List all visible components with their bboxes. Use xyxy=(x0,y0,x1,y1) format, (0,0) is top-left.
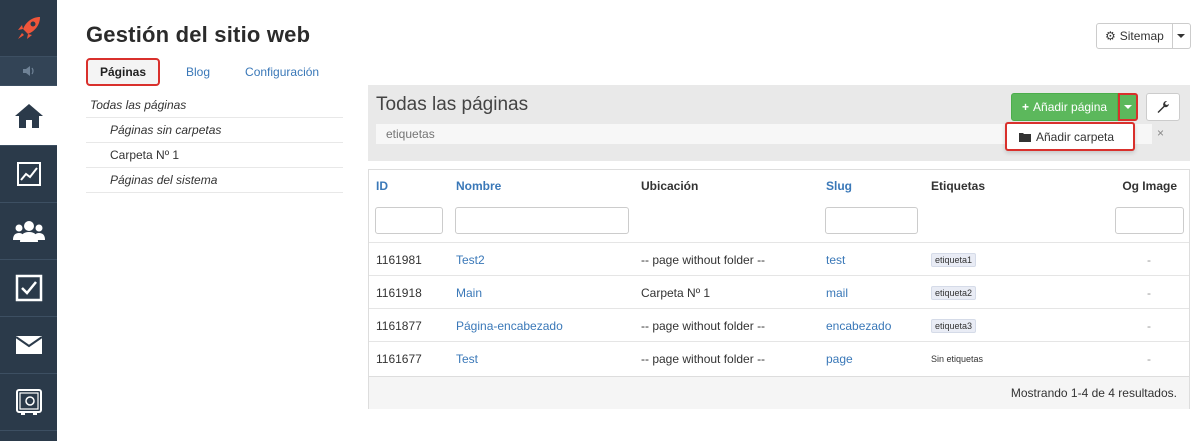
cell-etiquetas: etiqueta3 xyxy=(931,309,977,342)
cell-id: 1161877 xyxy=(376,318,422,333)
home-icon[interactable] xyxy=(0,86,57,146)
tab-paginas[interactable]: Páginas xyxy=(86,58,160,86)
gear-icon: ⚙ xyxy=(1105,29,1116,43)
results-summary: Mostrando 1-4 de 4 resultados. xyxy=(1010,386,1177,400)
table-row: 1161918 Main Carpeta Nº 1 mail etiqueta2… xyxy=(369,275,1189,308)
cell-slug-link[interactable]: mail xyxy=(826,276,848,309)
no-tags-label: Sin etiquetas xyxy=(931,353,984,364)
cell-id: 1161981 xyxy=(376,252,422,267)
users-icon[interactable] xyxy=(0,203,57,260)
column-header-og-image: Og Image xyxy=(1122,179,1177,193)
column-header-nombre[interactable]: Nombre xyxy=(456,179,501,193)
folder-item-all[interactable]: Todas las páginas xyxy=(86,93,343,118)
cell-etiquetas: etiqueta1 xyxy=(931,243,977,276)
clear-search-icon[interactable]: × xyxy=(1157,126,1164,140)
cell-etiquetas: etiqueta2 xyxy=(931,276,977,309)
tab-configuracion[interactable]: Configuración xyxy=(245,58,319,86)
add-page-dropdown-toggle[interactable] xyxy=(1118,93,1139,121)
cell-slug-link[interactable]: page xyxy=(826,342,853,375)
panel-title: Todas las páginas xyxy=(376,94,529,115)
cell-og-image: - xyxy=(1147,285,1151,300)
nombre-filter-input[interactable] xyxy=(455,207,629,234)
cell-og-image: - xyxy=(1147,252,1151,267)
slug-filter-input[interactable] xyxy=(825,207,918,234)
add-folder-label: Añadir carpeta xyxy=(1036,129,1115,144)
settings-wrench-button[interactable] xyxy=(1146,93,1180,121)
chart-icon[interactable] xyxy=(0,146,57,203)
cell-id: 1161918 xyxy=(376,285,422,300)
cell-slug-link[interactable]: encabezado xyxy=(826,309,891,342)
safe-icon[interactable] xyxy=(0,374,57,431)
cell-nombre-link[interactable]: Main xyxy=(456,276,482,309)
column-header-etiquetas: Etiquetas xyxy=(931,179,986,193)
left-nav xyxy=(0,0,57,441)
column-header-id[interactable]: ID xyxy=(376,179,388,193)
table-row: 1161677 Test -- page without folder -- p… xyxy=(369,341,1189,374)
table-row: 1161981 Test2 -- page without folder -- … xyxy=(369,242,1189,275)
tag-badge: etiqueta3 xyxy=(931,318,977,333)
tab-blog[interactable]: Blog xyxy=(186,58,210,86)
id-filter-input[interactable] xyxy=(375,207,443,234)
pages-table: ID Nombre Ubicación Slug Etiquetas Og Im… xyxy=(368,169,1190,409)
tabs: Páginas Blog Configuración xyxy=(86,58,319,86)
og-image-filter-input[interactable] xyxy=(1115,207,1184,234)
cell-ubicacion: -- page without folder -- xyxy=(641,318,766,333)
cell-nombre-link[interactable]: Página-encabezado xyxy=(456,309,563,342)
cell-ubicacion: -- page without folder -- xyxy=(641,252,766,267)
sitemap-label: Sitemap xyxy=(1119,29,1164,43)
cell-nombre-link[interactable]: Test2 xyxy=(456,243,485,276)
add-page-label: Añadir página xyxy=(1033,100,1108,114)
folder-list: Todas las páginas Páginas sin carpetas C… xyxy=(86,93,343,193)
tag-badge: etiqueta1 xyxy=(931,252,977,267)
sitemap-button[interactable]: ⚙ Sitemap xyxy=(1096,23,1173,49)
cell-ubicacion: -- page without folder -- xyxy=(641,351,766,366)
sitemap-dropdown-toggle[interactable] xyxy=(1172,23,1191,49)
folder-item-system[interactable]: Páginas del sistema xyxy=(86,168,343,193)
plus-icon: + xyxy=(1022,100,1030,114)
wrench-icon xyxy=(1157,101,1169,113)
rocket-icon[interactable] xyxy=(0,0,57,57)
table-row: 1161877 Página-encabezado -- page withou… xyxy=(369,308,1189,341)
cell-slug-link[interactable]: test xyxy=(826,243,845,276)
speaker-icon[interactable] xyxy=(0,57,57,86)
tag-badge: etiqueta2 xyxy=(931,285,977,300)
add-page-button-group: + Añadir página xyxy=(1011,93,1139,121)
table-footer: Mostrando 1-4 de 4 resultados. xyxy=(369,376,1189,409)
cell-etiquetas: Sin etiquetas xyxy=(931,342,983,375)
cell-og-image: - xyxy=(1147,351,1151,366)
chevron-down-icon xyxy=(1177,34,1186,38)
add-folder-menu-item[interactable]: Añadir carpeta xyxy=(1005,122,1135,151)
mail-icon[interactable] xyxy=(0,317,57,374)
column-header-slug[interactable]: Slug xyxy=(826,179,852,193)
cell-id: 1161677 xyxy=(376,351,422,366)
column-header-ubicacion: Ubicación xyxy=(641,179,699,193)
chevron-down-icon xyxy=(1124,105,1133,109)
cell-ubicacion: Carpeta Nº 1 xyxy=(641,285,711,300)
checkbox-icon[interactable] xyxy=(0,260,57,317)
folder-icon xyxy=(1019,132,1031,142)
page-title: Gestión del sitio web xyxy=(86,22,311,47)
cell-og-image: - xyxy=(1147,318,1151,333)
sitemap-button-group: ⚙ Sitemap xyxy=(1096,23,1191,49)
folder-item-no-folder[interactable]: Páginas sin carpetas xyxy=(86,118,343,143)
cell-nombre-link[interactable]: Test xyxy=(456,342,478,375)
folder-item-carpeta-1[interactable]: Carpeta Nº 1 xyxy=(86,143,343,168)
add-page-button[interactable]: + Añadir página xyxy=(1011,93,1119,121)
